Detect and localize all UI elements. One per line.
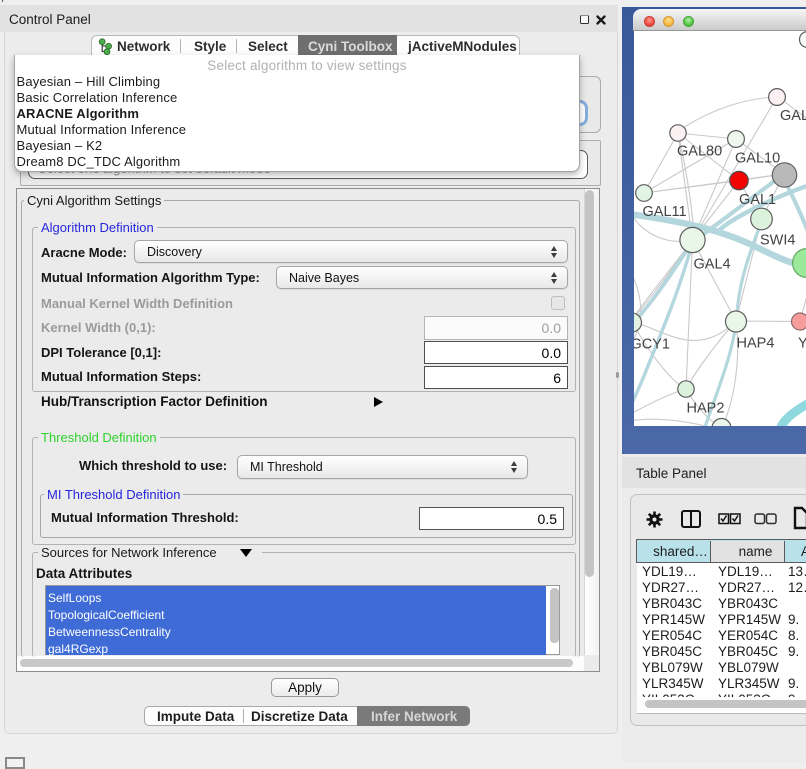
svg-text:GAL11: GAL11: [643, 204, 687, 220]
svg-text:GCY1: GCY1: [634, 337, 670, 353]
svg-text:GAL10: GAL10: [735, 151, 780, 167]
svg-text:Y: Y: [798, 336, 806, 352]
svg-text:GAL4: GAL4: [694, 257, 731, 273]
svg-text:GAL80: GAL80: [677, 144, 722, 160]
svg-text:GAL: GAL: [780, 108, 806, 124]
svg-text:SWI4: SWI4: [760, 233, 795, 249]
svg-text:GAL1: GAL1: [739, 192, 776, 208]
svg-text:HAP2: HAP2: [687, 401, 725, 417]
svg-text:HAP4: HAP4: [737, 336, 775, 352]
